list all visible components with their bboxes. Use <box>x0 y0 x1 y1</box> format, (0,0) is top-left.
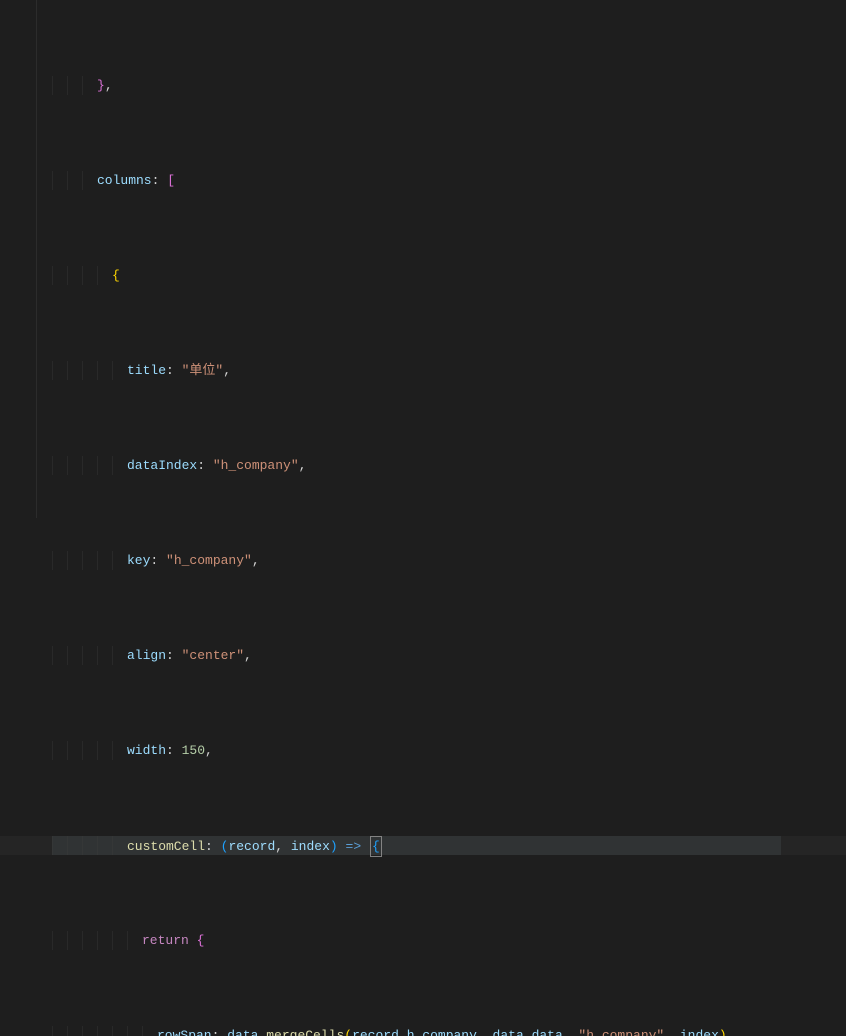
fn-mergeCells: mergeCells <box>266 1028 344 1036</box>
code-line[interactable]: rowSpan: data.mergeCells(record.h_compan… <box>52 1026 781 1036</box>
prop-align: align <box>127 648 166 663</box>
brace-close: } <box>97 78 105 93</box>
prop-width: width <box>127 743 166 758</box>
code-line[interactable]: align: "center", <box>52 646 781 665</box>
code-line[interactable]: return { <box>52 931 781 950</box>
arrow-fn: => <box>346 839 362 854</box>
string-literal: "h_company" <box>213 458 299 473</box>
string-literal: "center" <box>182 648 244 663</box>
string-literal: "h_company" <box>166 553 252 568</box>
brace-open: { <box>112 268 120 283</box>
keyword-return: return <box>142 933 189 948</box>
line-number-gutter <box>0 0 48 518</box>
prop-rowSpan: rowSpan <box>157 1028 212 1036</box>
param-record: record <box>228 839 275 854</box>
comma: , <box>105 78 113 93</box>
code-line[interactable]: columns: [ <box>52 171 781 190</box>
code-line[interactable]: dataIndex: "h_company", <box>52 456 781 475</box>
code-area[interactable]: }, columns: [ { title: "单位", dataIndex: … <box>48 0 781 518</box>
number-literal: 150 <box>182 743 205 758</box>
bracket-open: [ <box>167 173 175 188</box>
prop-title: title <box>127 363 166 378</box>
prop-dataIndex: dataIndex <box>127 458 197 473</box>
code-line[interactable]: title: "单位", <box>52 361 781 380</box>
cursor-bracket: { <box>370 836 382 857</box>
code-line[interactable]: width: 150, <box>52 741 781 760</box>
code-line[interactable]: { <box>52 266 781 285</box>
code-editor[interactable]: }, columns: [ { title: "单位", dataIndex: … <box>0 0 846 518</box>
code-line[interactable]: }, <box>52 76 781 95</box>
prop-columns: columns <box>97 173 152 188</box>
id-data: data <box>227 1028 258 1036</box>
code-line-active[interactable]: customCell: (record, index) => { <box>52 836 781 855</box>
prop-customCell: customCell <box>127 839 205 854</box>
param-index: index <box>291 839 330 854</box>
code-line[interactable]: key: "h_company", <box>52 551 781 570</box>
prop-key: key <box>127 553 150 568</box>
string-literal: "单位" <box>182 363 224 378</box>
